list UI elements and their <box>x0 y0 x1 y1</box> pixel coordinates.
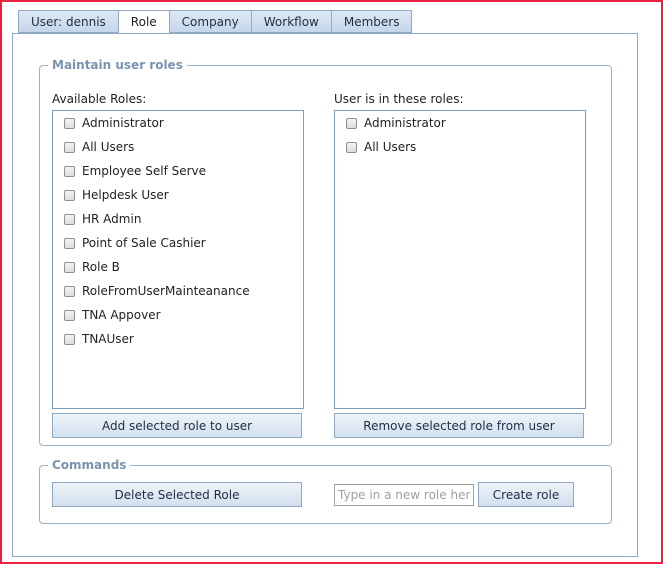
role-label: Point of Sale Cashier <box>82 236 206 250</box>
role-label: Administrator <box>82 116 164 130</box>
role-label: TNAUser <box>82 332 134 346</box>
available-role-item[interactable]: Employee Self Serve <box>53 159 303 183</box>
maintain-roles-legend: Maintain user roles <box>52 58 183 72</box>
available-roles-list[interactable]: Administrator All Users Employee Self Serv… <box>52 110 304 409</box>
role-label: RoleFromUserMainteanance <box>82 284 250 298</box>
available-role-item[interactable]: TNAUser <box>53 327 303 351</box>
role-checkbox[interactable] <box>64 141 75 153</box>
tab-company[interactable]: Company <box>168 10 251 33</box>
available-role-item[interactable]: Helpdesk User <box>53 183 303 207</box>
delete-role-button[interactable]: Delete Selected Role <box>52 482 302 507</box>
role-checkbox[interactable] <box>346 117 357 129</box>
tab-bar: User: dennis Role Company Workflow Membe… <box>18 10 413 35</box>
available-role-item[interactable]: Point of Sale Cashier <box>53 231 303 255</box>
tab-role[interactable]: Role <box>117 10 169 35</box>
create-role-button[interactable]: Create role <box>478 482 574 507</box>
commands-legend: Commands <box>52 458 127 472</box>
remove-role-button[interactable]: Remove selected role from user <box>334 413 584 438</box>
add-role-button[interactable]: Add selected role to user <box>52 413 302 438</box>
maintain-roles-group: Maintain user roles Available Roles: Use… <box>39 58 612 446</box>
role-checkbox[interactable] <box>64 333 75 345</box>
role-checkbox[interactable] <box>346 141 357 153</box>
available-role-item[interactable]: TNA Appover <box>53 303 303 327</box>
role-label: Administrator <box>364 116 446 130</box>
tab-members[interactable]: Members <box>330 10 413 33</box>
tab-user[interactable]: User: dennis <box>18 10 118 33</box>
role-checkbox[interactable] <box>64 213 75 225</box>
available-role-item[interactable]: Role B <box>53 255 303 279</box>
assigned-roles-label: User is in these roles: <box>334 92 464 106</box>
available-role-item[interactable]: HR Admin <box>53 207 303 231</box>
role-label: Role B <box>82 260 120 274</box>
role-label: Helpdesk User <box>82 188 169 202</box>
role-checkbox[interactable] <box>64 165 75 177</box>
assigned-role-item[interactable]: All Users <box>335 135 585 159</box>
new-role-input[interactable] <box>334 484 474 506</box>
role-tab-panel: Maintain user roles Available Roles: Use… <box>12 33 638 557</box>
available-role-item[interactable]: All Users <box>53 135 303 159</box>
assigned-role-item[interactable]: Administrator <box>335 111 585 135</box>
role-label: All Users <box>364 140 417 154</box>
role-label: TNA Appover <box>82 308 161 322</box>
role-checkbox[interactable] <box>64 309 75 321</box>
role-label: All Users <box>82 140 135 154</box>
role-checkbox[interactable] <box>64 261 75 273</box>
role-checkbox[interactable] <box>64 285 75 297</box>
role-label: Employee Self Serve <box>82 164 207 178</box>
role-checkbox[interactable] <box>64 189 75 201</box>
commands-group: Commands Delete Selected Role Create rol… <box>39 458 612 524</box>
available-role-item[interactable]: Administrator <box>53 111 303 135</box>
available-roles-label: Available Roles: <box>52 92 147 106</box>
role-checkbox[interactable] <box>64 117 75 129</box>
assigned-roles-list[interactable]: Administrator All Users <box>334 110 586 409</box>
role-checkbox[interactable] <box>64 237 75 249</box>
role-label: HR Admin <box>82 212 142 226</box>
available-role-item[interactable]: RoleFromUserMainteanance <box>53 279 303 303</box>
tab-workflow[interactable]: Workflow <box>250 10 331 33</box>
